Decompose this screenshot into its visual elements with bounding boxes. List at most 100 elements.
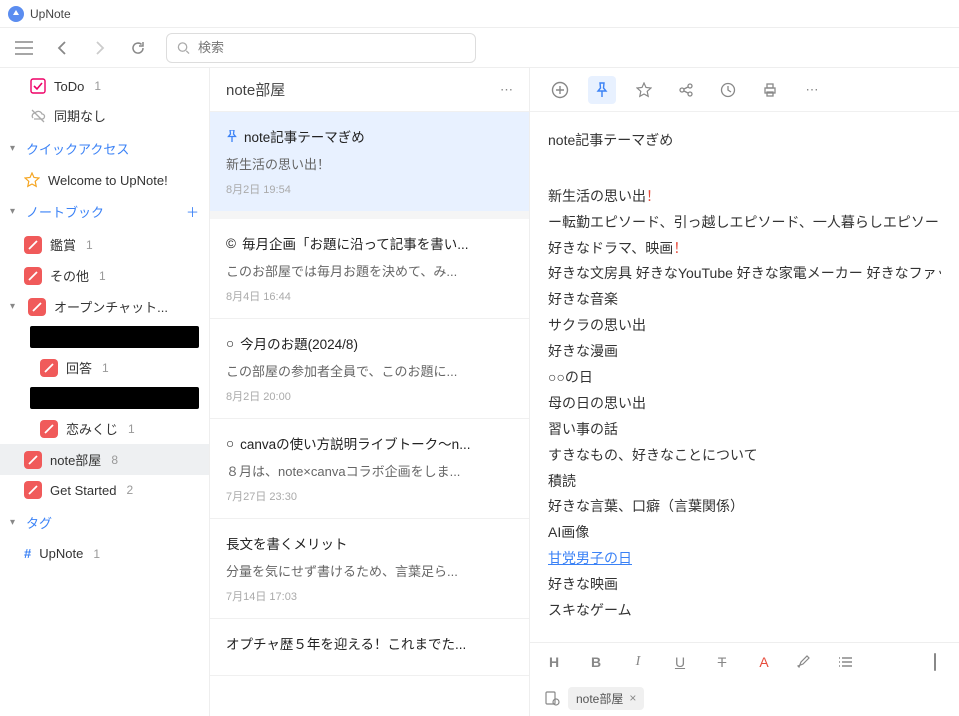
editor-link[interactable]: 甘党男子の日 xyxy=(548,550,632,566)
checkbox-button[interactable] xyxy=(925,654,945,670)
sidebar-section-quick[interactable]: ▾ クイックアクセス xyxy=(0,131,209,166)
note-card[interactable]: note記事テーマぎめ新生活の思い出！ 8月2日 19:54 xyxy=(210,112,529,219)
sidebar-item-label: 同期なし xyxy=(54,106,106,125)
back-button[interactable] xyxy=(48,34,76,62)
note-card[interactable]: ©毎月企画「お題に沿って記事を書い...このお部屋では毎月お題を決めて、み...… xyxy=(210,219,529,319)
check-square-icon xyxy=(30,78,46,94)
note-title: note記事テーマぎめ xyxy=(548,128,941,154)
square-icon xyxy=(934,653,936,671)
note-card-title: note記事テーマぎめ xyxy=(226,126,513,146)
editor-line: 新生活の思い出！ xyxy=(548,184,941,210)
notebook-icon xyxy=(24,451,42,469)
sidebar-item-label: 回答 xyxy=(66,358,92,377)
italic-button[interactable]: I xyxy=(628,654,648,670)
editor-content[interactable]: note記事テーマぎめ 新生活の思い出！ー転勤エピソード、引っ越しエピソード、一… xyxy=(530,112,959,642)
notebook-tag-chip[interactable]: note部屋 × xyxy=(568,687,644,710)
search-box[interactable] xyxy=(166,33,476,63)
sidebar-item-count: 2 xyxy=(126,483,133,497)
app-title: UpNote xyxy=(30,7,71,21)
star-button[interactable] xyxy=(630,76,658,104)
note-card[interactable]: 長文を書くメリット分量を気にせず書けるため、言葉足ら... 7月14日 17:03 xyxy=(210,519,529,619)
sidebar-item-welcome[interactable]: Welcome to UpNote! xyxy=(0,166,209,194)
note-prefix-icon: ○ xyxy=(226,336,234,351)
sidebar-item-label: 鑑賞 xyxy=(50,235,76,254)
notebook-icon xyxy=(24,481,42,499)
note-card-preview: 分量を気にせず書けるため、言葉足ら... xyxy=(226,561,513,580)
pin-button[interactable] xyxy=(588,76,616,104)
note-card[interactable]: ○今月のお題(2024/8)この部屋の参加者全員で、このお題に...8月2日 2… xyxy=(210,319,529,419)
new-note-button[interactable] xyxy=(546,76,574,104)
sidebar-item-notebook[interactable]: Get Started 2 xyxy=(0,475,209,505)
sidebar-item-label: その他 xyxy=(50,266,89,285)
note-card-preview: このお部屋では毎月お題を決めて、み... xyxy=(226,261,513,280)
strike-button[interactable]: T xyxy=(712,654,732,670)
note-list-header: note部屋 ⋯ xyxy=(210,68,529,112)
sidebar-item-notebook[interactable]: 鑑賞 1 xyxy=(0,229,209,260)
sidebar-section-tags[interactable]: ▾ タグ xyxy=(0,505,209,540)
sidebar-item-count: 1 xyxy=(93,547,100,561)
chevron-down-icon: ▾ xyxy=(10,143,20,154)
heading-button[interactable]: H xyxy=(544,654,564,670)
note-card-date: 7月14日 17:03 xyxy=(226,588,513,604)
sidebar-section-notebooks[interactable]: ▾ ノートブック ＋ xyxy=(0,194,209,229)
note-card-title: オプチャ歴５年を迎える！これまでた... xyxy=(226,633,513,653)
sidebar-item-unsynced[interactable]: 同期なし xyxy=(0,100,209,131)
print-button[interactable] xyxy=(756,76,784,104)
add-notebook-button[interactable]: ＋ xyxy=(186,202,199,221)
note-card-preview: この部屋の参加者全員で、このお題に... xyxy=(226,361,513,380)
note-card-date: 8月4日 16:44 xyxy=(226,288,513,304)
forward-button[interactable] xyxy=(86,34,114,62)
search-input[interactable] xyxy=(198,40,465,55)
editor-line: 母の日の思い出 xyxy=(548,391,941,417)
sidebar-item-notebook[interactable]: その他 1 xyxy=(0,260,209,291)
reload-button[interactable] xyxy=(124,34,152,62)
more-button[interactable]: ⋯ xyxy=(500,82,513,98)
editor-line: 好きなドラマ、映画！ xyxy=(548,236,941,262)
note-card-preview: 新生活の思い出！ xyxy=(226,154,513,173)
bold-button[interactable]: B xyxy=(586,654,606,670)
note-card[interactable]: オプチャ歴５年を迎える！これまでた... xyxy=(210,619,529,676)
redacted-item xyxy=(30,387,199,409)
note-card-title: ○canvaの使い方説明ライブトーク〜n... xyxy=(226,433,513,453)
sidebar-item-count: 1 xyxy=(86,238,93,252)
notebook-icon xyxy=(28,298,46,316)
sidebar-item-count: 1 xyxy=(102,361,109,375)
history-button[interactable] xyxy=(714,76,742,104)
notebook-icon xyxy=(24,267,42,285)
sidebar-item-notebook[interactable]: 回答 1 xyxy=(0,352,209,383)
sidebar-item-label: Welcome to UpNote! xyxy=(48,173,168,188)
pin-icon xyxy=(226,130,238,142)
editor-line: 好きな映画 xyxy=(548,572,941,598)
sidebar-item-notebook[interactable]: 恋みくじ 1 xyxy=(0,413,209,444)
editor-line: スキなゲーム xyxy=(548,598,941,624)
text-color-button[interactable]: A xyxy=(754,654,774,670)
remove-tag-button[interactable]: × xyxy=(629,691,636,705)
sidebar-item-count: 1 xyxy=(99,269,106,283)
note-list: note部屋 ⋯ note記事テーマぎめ新生活の思い出！ 8月2日 19:54 ©毎… xyxy=(210,68,530,716)
note-card-date: 8月2日 19:54 xyxy=(226,181,513,197)
menu-button[interactable] xyxy=(10,34,38,62)
highlight-button[interactable] xyxy=(796,654,816,670)
underline-button[interactable]: U xyxy=(670,654,690,670)
editor-line: AI画像 xyxy=(548,520,941,546)
format-toolbar: H B I U T A xyxy=(530,642,959,680)
sidebar-item-label: note部屋 xyxy=(50,450,101,469)
sidebar-item-label: ToDo xyxy=(54,79,84,94)
sidebar-item-notebook-selected[interactable]: note部屋 8 xyxy=(0,444,209,475)
sidebar-item-label: 恋みくじ xyxy=(66,419,118,438)
editor-line: すきなもの、好きなことについて xyxy=(548,443,941,469)
redacted-item xyxy=(30,326,199,348)
note-list-scroll[interactable]: note記事テーマぎめ新生活の思い出！ 8月2日 19:54 ©毎月企画「お題に沿っ… xyxy=(210,112,529,716)
sidebar-item-notebook-openchat[interactable]: ▾ オープンチャット... xyxy=(0,291,209,322)
editor: ⋯ note記事テーマぎめ 新生活の思い出！ー転勤エピソード、引っ越しエピソード… xyxy=(530,68,959,716)
sidebar-item-tag[interactable]: # UpNote 1 xyxy=(0,540,209,567)
sidebar-item-label: UpNote xyxy=(39,546,83,561)
sidebar-item-todo[interactable]: ToDo 1 xyxy=(0,72,209,100)
notebook-link-icon xyxy=(544,690,560,706)
editor-more-button[interactable]: ⋯ xyxy=(798,76,826,104)
share-button[interactable] xyxy=(672,76,700,104)
note-card-title: 長文を書くメリット xyxy=(226,533,513,553)
list-button[interactable] xyxy=(838,656,858,668)
cloud-off-icon xyxy=(30,108,46,124)
note-card[interactable]: ○canvaの使い方説明ライブトーク〜n...８月は、note×canvaコラボ… xyxy=(210,419,529,519)
